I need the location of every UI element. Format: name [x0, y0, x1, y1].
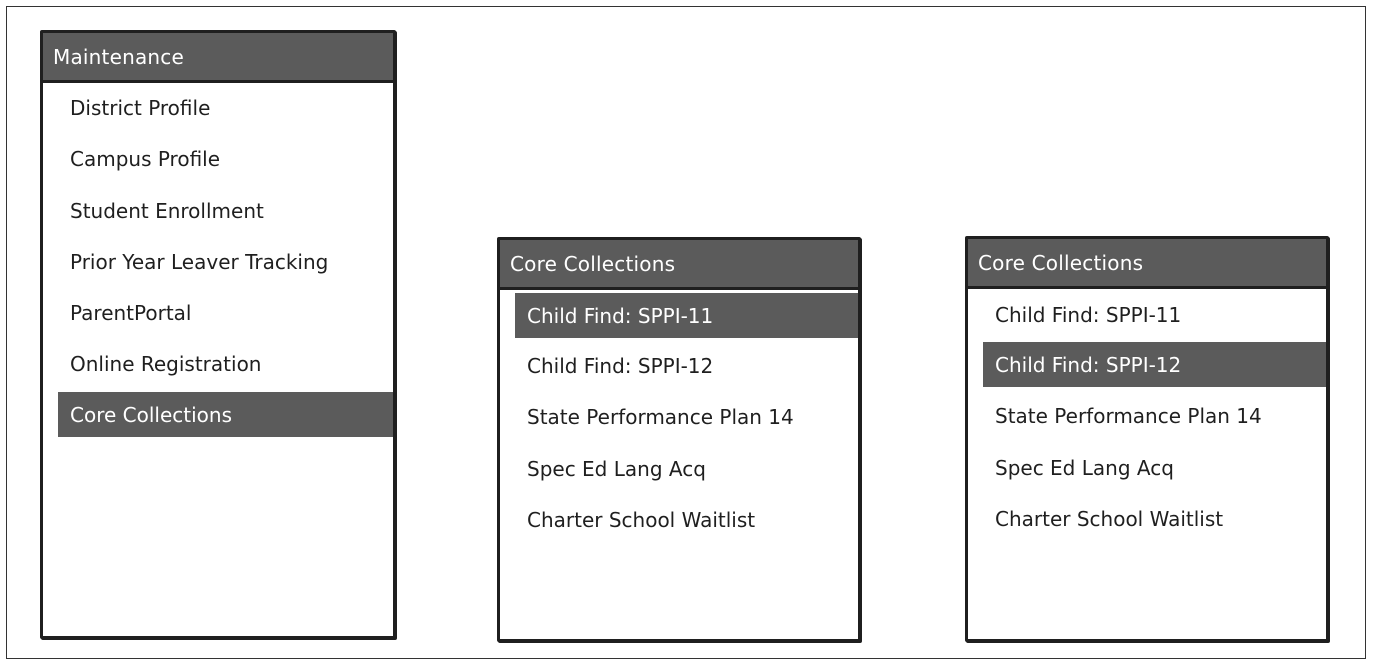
maintenance-menu-header: Maintenance: [43, 33, 393, 83]
menu-item-parentportal[interactable]: ParentPortal: [58, 290, 393, 335]
maintenance-menu-panel: Maintenance District Profile Campus Prof…: [40, 30, 396, 639]
menu-item-child-find-sppi-12[interactable]: Child Find: SPPI-12: [515, 343, 858, 388]
menu-item-core-collections[interactable]: Core Collections: [58, 392, 393, 437]
menu-item-child-find-sppi-11[interactable]: Child Find: SPPI-11: [515, 293, 858, 338]
menu-item-spec-ed-lang-acq[interactable]: Spec Ed Lang Acq: [515, 446, 858, 491]
core-collections-header: Core Collections: [500, 240, 858, 290]
menu-item-charter-school-waitlist[interactable]: Charter School Waitlist: [515, 497, 858, 542]
menu-item-charter-school-waitlist[interactable]: Charter School Waitlist: [983, 496, 1326, 541]
menu-item-child-find-sppi-12[interactable]: Child Find: SPPI-12: [983, 342, 1326, 387]
menu-item-prior-year-leaver-tracking[interactable]: Prior Year Leaver Tracking: [58, 239, 393, 284]
menu-item-online-registration[interactable]: Online Registration: [58, 341, 393, 386]
core-collections-panel-sppi-11: Core Collections Child Find: SPPI-11 Chi…: [497, 237, 861, 642]
menu-item-student-enrollment[interactable]: Student Enrollment: [58, 188, 393, 233]
menu-item-child-find-sppi-11[interactable]: Child Find: SPPI-11: [983, 292, 1326, 337]
menu-item-campus-profile[interactable]: Campus Profile: [58, 136, 393, 181]
core-collections-panel-sppi-12: Core Collections Child Find: SPPI-11 Chi…: [965, 236, 1329, 642]
core-collections-header: Core Collections: [968, 239, 1326, 289]
menu-item-state-performance-plan-14[interactable]: State Performance Plan 14: [983, 393, 1326, 438]
menu-item-district-profile[interactable]: District Profile: [58, 85, 393, 130]
menu-item-state-performance-plan-14[interactable]: State Performance Plan 14: [515, 394, 858, 439]
menu-item-spec-ed-lang-acq[interactable]: Spec Ed Lang Acq: [983, 445, 1326, 490]
